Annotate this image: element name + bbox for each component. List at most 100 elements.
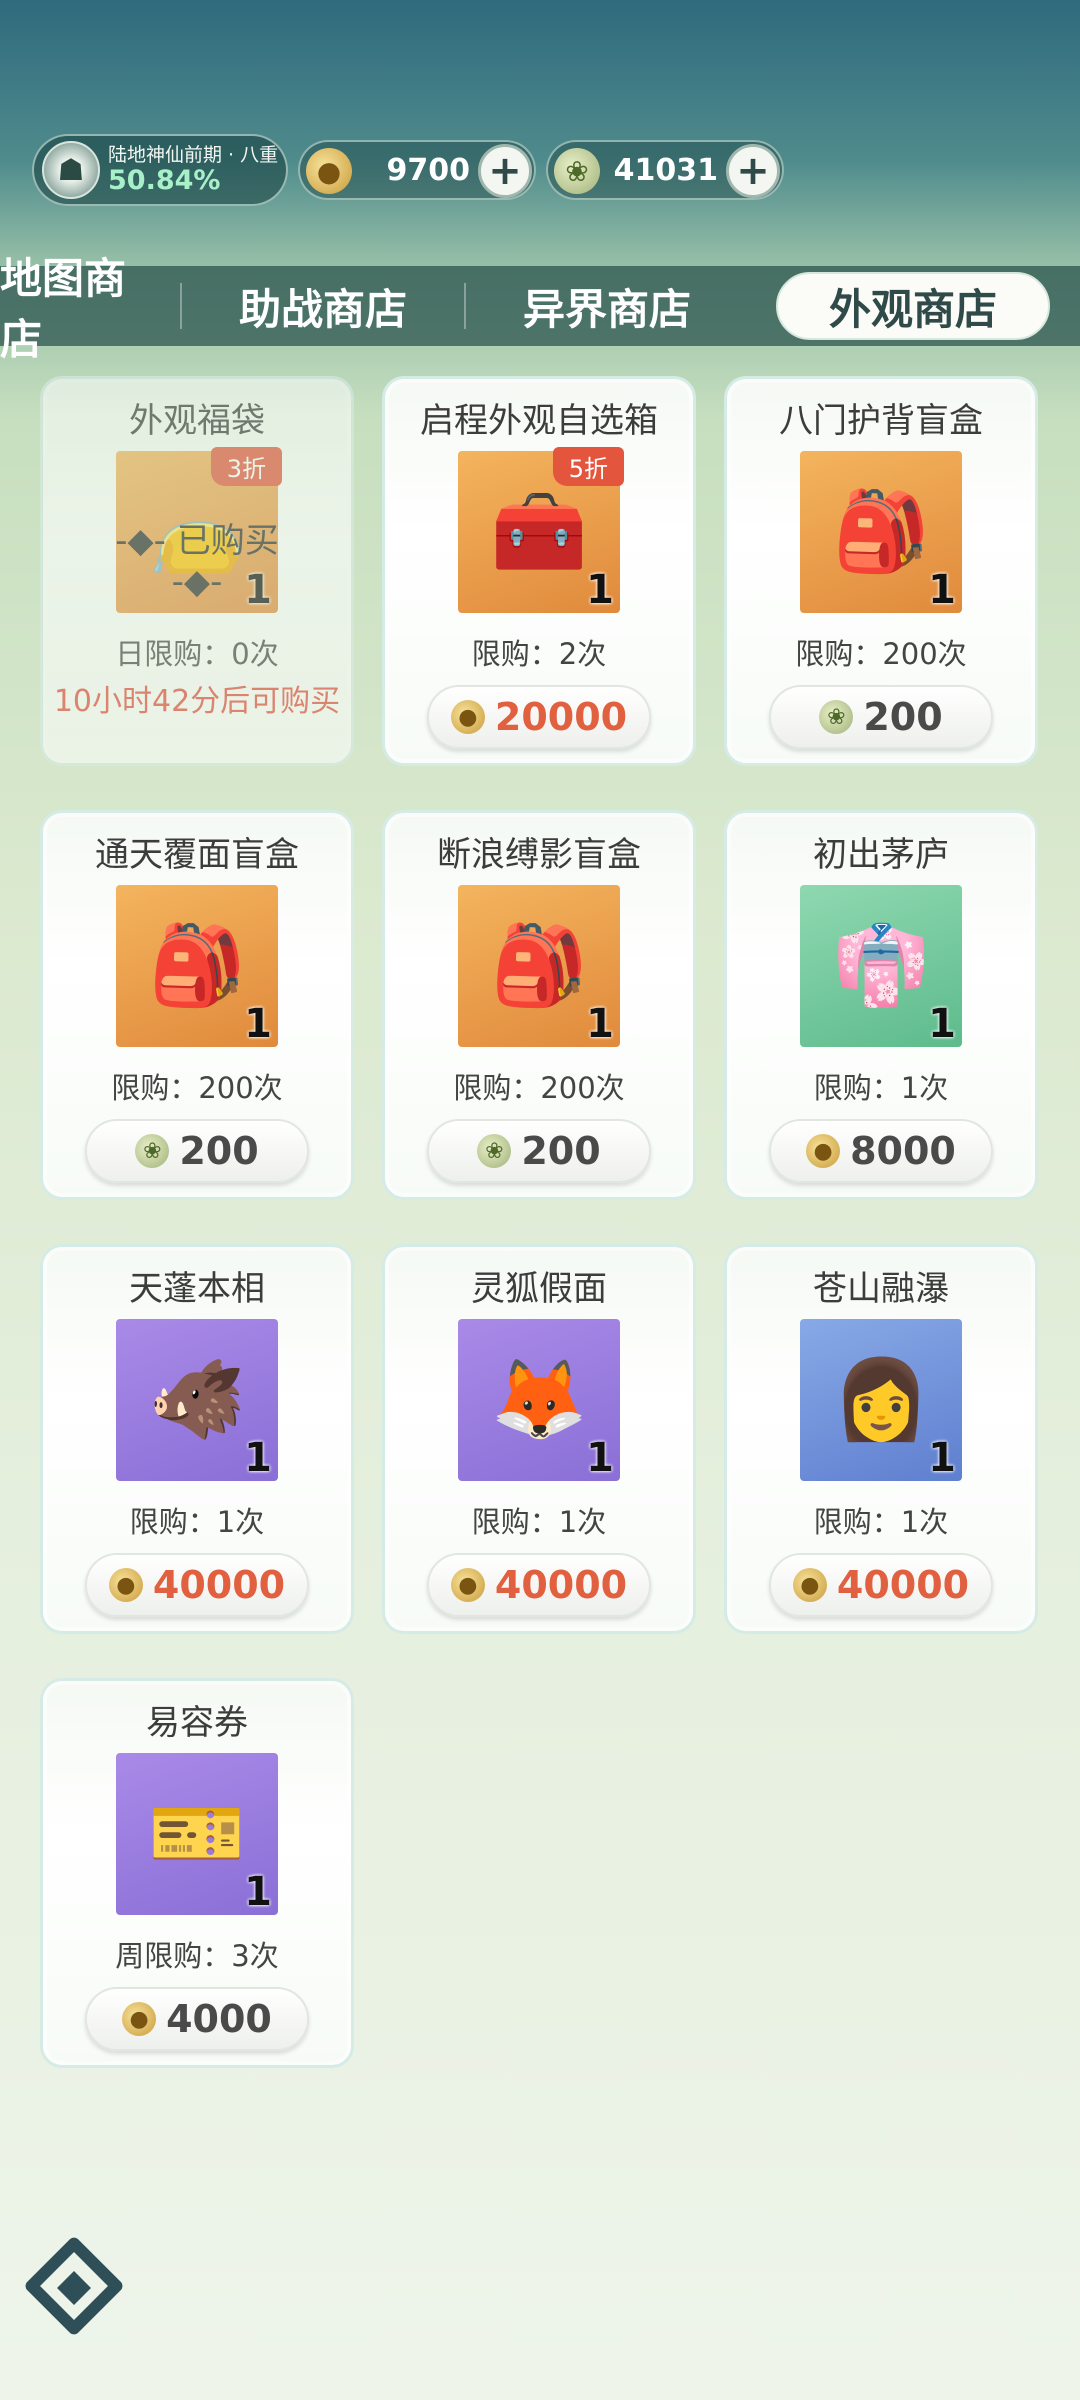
item-thumbnail: 🐗 1 [116, 1319, 278, 1481]
item-name: 断浪缚影盲盒 [437, 835, 641, 875]
avatar: ☗ [42, 141, 100, 199]
item-quantity: 1 [244, 1869, 272, 1915]
item-name: 天蓬本相 [129, 1269, 265, 1309]
tab-appearance-shop[interactable]: 外观商店 [776, 272, 1050, 340]
price-amount: 20000 [494, 695, 628, 739]
jade-icon: ❀ [477, 1134, 512, 1168]
purchase-limit: 限购：200次 [111, 1071, 283, 1105]
buy-button[interactable]: ● 40000 [769, 1553, 993, 1617]
price-amount: 200 [863, 695, 943, 739]
add-gold-button[interactable]: + [478, 144, 532, 198]
buy-button[interactable]: ● 40000 [85, 1553, 309, 1617]
blind-box-bag-icon: 🎒 [832, 486, 930, 577]
gold-coin-icon: ● [306, 148, 352, 194]
item-quantity: 1 [586, 1001, 614, 1047]
buy-button[interactable]: ● 8000 [769, 1119, 993, 1183]
item-quantity: 1 [928, 1435, 956, 1481]
tab-map-shop[interactable]: 地图商店 [0, 254, 180, 364]
gold-amount: 9700 [386, 152, 471, 188]
shop-item-card[interactable]: 外观福袋 👝 3折 -◆- 已购买 -◆- 1 日限购：0次 10小时42分后可… [40, 376, 354, 766]
item-quantity: 1 [928, 567, 956, 613]
price-amount: 8000 [850, 1129, 956, 1173]
shop-item-card[interactable]: 灵狐假面 🦊 1 限购：1次 ● 40000 [382, 1244, 696, 1634]
purchase-limit: 限购：200次 [795, 637, 967, 671]
purchase-limit: 周限购：3次 [115, 1939, 279, 1973]
restock-countdown: 10小时42分后可购买 [53, 684, 341, 719]
item-thumbnail: 🎒 1 [116, 885, 278, 1047]
item-name: 八门护背盲盒 [779, 401, 983, 441]
shop-item-card[interactable]: 启程外观自选箱 🧰 5折 1 限购：2次 ● 20000 [382, 376, 696, 766]
shop-item-card[interactable]: 天蓬本相 🐗 1 限购：1次 ● 40000 [40, 1244, 354, 1634]
buy-button[interactable]: ❀ 200 [85, 1119, 309, 1183]
item-thumbnail: 🦊 1 [458, 1319, 620, 1481]
purchase-limit: 限购：2次 [471, 637, 607, 671]
purchase-limit: 限购：1次 [813, 1071, 949, 1105]
gold-coin-icon: ● [108, 1568, 143, 1602]
buy-button[interactable]: ● 20000 [427, 685, 651, 749]
purchase-limit: 限购：1次 [813, 1505, 949, 1539]
item-quantity: 1 [244, 567, 272, 613]
item-quantity: 1 [928, 1001, 956, 1047]
item-name: 外观福袋 [129, 401, 265, 441]
ticket-icon: 🎫 [148, 1788, 246, 1879]
discount-badge: 5折 [552, 447, 624, 486]
item-quantity: 1 [586, 567, 614, 613]
shop-tabs: 地图商店 助战商店 异界商店 外观商店 [0, 254, 1080, 364]
add-jade-button[interactable]: + [726, 144, 780, 198]
jade-icon: ❀ [135, 1134, 170, 1168]
item-name: 通天覆面盲盒 [95, 835, 299, 875]
price-amount: 200 [521, 1129, 601, 1173]
outfit-icon: 👘 [832, 920, 930, 1011]
item-quantity: 1 [244, 1435, 272, 1481]
buy-button[interactable]: ❀ 200 [427, 1119, 651, 1183]
item-thumbnail: 👘 1 [800, 885, 962, 1047]
item-thumbnail: 👩 1 [800, 1319, 962, 1481]
price-amount: 200 [179, 1129, 259, 1173]
item-name: 灵狐假面 [471, 1269, 607, 1309]
blind-box-bag-icon: 🎒 [490, 920, 588, 1011]
buy-button[interactable]: ● 40000 [427, 1553, 651, 1617]
purchase-limit: 限购：1次 [129, 1505, 265, 1539]
tab-support-shop[interactable]: 助战商店 [182, 266, 464, 346]
price-amount: 40000 [836, 1563, 970, 1607]
hairstyle-icon: 👩 [832, 1354, 930, 1445]
gold-coin-icon: ● [450, 700, 485, 734]
shop-item-card[interactable]: 通天覆面盲盒 🎒 1 限购：200次 ❀ 200 [40, 810, 354, 1200]
shop-item-card[interactable]: 八门护背盲盒 🎒 1 限购：200次 ❀ 200 [724, 376, 1038, 766]
purchase-limit: 日限购：0次 [115, 637, 279, 671]
tab-otherworld-shop[interactable]: 异界商店 [466, 266, 748, 346]
item-thumbnail: 🎒 1 [458, 885, 620, 1047]
item-thumbnail: 🎫 1 [116, 1753, 278, 1915]
price-amount: 4000 [166, 1997, 272, 2041]
jade-icon: ❀ [819, 700, 854, 734]
gold-coin-icon: ● [792, 1568, 827, 1602]
gold-coin-icon: ● [806, 1134, 841, 1168]
shop-item-card[interactable]: 易容券 🎫 1 周限购：3次 ● 4000 [40, 1678, 354, 2068]
jade-icon: ❀ [554, 148, 600, 194]
item-grid: 外观福袋 👝 3折 -◆- 已购买 -◆- 1 日限购：0次 10小时42分后可… [40, 376, 1040, 2068]
realm-name: 陆地神仙前期 · 八重 [108, 143, 279, 166]
status-bar: ☗ 陆地神仙前期 · 八重 50.84% ● 9700 + ❀ 41031 + [32, 132, 784, 208]
discount-badge: 3折 [210, 447, 282, 486]
blind-box-bag-icon: 🎒 [148, 920, 246, 1011]
gold-currency: ● 9700 + [298, 140, 536, 200]
shop-item-card[interactable]: 初出茅庐 👘 1 限购：1次 ● 8000 [724, 810, 1038, 1200]
realm-badge[interactable]: ☗ 陆地神仙前期 · 八重 50.84% [32, 134, 288, 206]
purchase-limit: 限购：200次 [453, 1071, 625, 1105]
jade-currency: ❀ 41031 + [546, 140, 784, 200]
realm-progress: 50.84% [108, 164, 221, 196]
buy-button[interactable]: ❀ 200 [769, 685, 993, 749]
jade-amount: 41031 [613, 152, 718, 188]
item-name: 易容券 [146, 1703, 248, 1743]
item-quantity: 1 [586, 1435, 614, 1481]
gold-coin-icon: ● [122, 2002, 157, 2036]
item-thumbnail: 🎒 1 [800, 451, 962, 613]
shop-item-card[interactable]: 断浪缚影盲盒 🎒 1 限购：200次 ❀ 200 [382, 810, 696, 1200]
treasure-chest-icon: 🧰 [490, 486, 588, 577]
item-name: 启程外观自选箱 [420, 401, 658, 441]
purchase-limit: 限购：1次 [471, 1505, 607, 1539]
item-thumbnail: 🧰 5折 1 [458, 447, 624, 613]
buy-button[interactable]: ● 4000 [85, 1987, 309, 2051]
shop-item-card[interactable]: 苍山融瀑 👩 1 限购：1次 ● 40000 [724, 1244, 1038, 1634]
gold-coin-icon: ● [450, 1568, 485, 1602]
